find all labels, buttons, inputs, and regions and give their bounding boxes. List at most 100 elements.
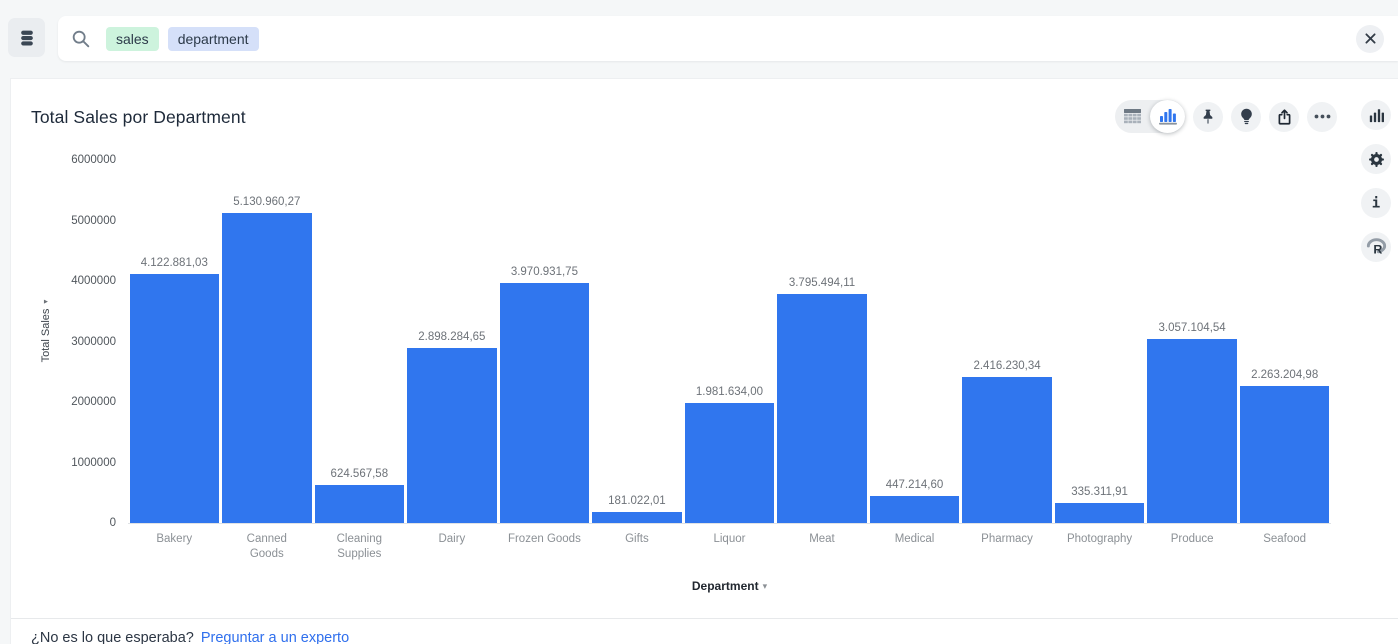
gear-icon (1367, 150, 1386, 169)
x-category-label: Meat (785, 532, 859, 562)
category-slot: Cleaning Supplies (313, 532, 406, 562)
bar-frozen-goods[interactable] (500, 283, 590, 523)
bar-value-label: 5.130.960,27 (233, 196, 300, 208)
x-category-label: Cleaning Supplies (322, 532, 396, 562)
y-tick-label: 3000000 (71, 336, 116, 348)
category-slot: Frozen Goods (498, 532, 591, 562)
bar-slot: 3.057.104,54 (1146, 161, 1239, 523)
x-category-label: Photography (1063, 532, 1137, 562)
bar-bakery[interactable] (130, 274, 220, 523)
bar-value-label: 2.898.284,65 (418, 331, 485, 343)
pin-icon (1200, 108, 1216, 125)
bar-pharmacy[interactable] (962, 377, 1052, 523)
bar-slot: 4.122.881,03 (128, 161, 221, 523)
bar-photography[interactable] (1055, 503, 1145, 523)
x-category-label: Dairy (415, 532, 489, 562)
page-title: Total Sales por Department (31, 107, 246, 128)
y-tick-label: 5000000 (71, 215, 116, 227)
ask-expert-link[interactable]: Preguntar a un experto (201, 630, 349, 644)
category-slot: Seafood (1238, 532, 1331, 562)
y-axis-ticks: 0100000020000003000000400000050000006000… (31, 161, 116, 524)
search-icon (70, 28, 92, 50)
bar-value-label: 2.263.204,98 (1251, 369, 1318, 381)
bar-value-label: 2.416.230,34 (973, 360, 1040, 372)
bar-value-label: 181.022,01 (608, 495, 666, 507)
x-category-label: Bakery (137, 532, 211, 562)
bar-value-label: 3.970.931,75 (511, 266, 578, 278)
bar-slot: 624.567,58 (313, 161, 406, 523)
bar-value-label: 447.214,60 (886, 479, 944, 491)
bar-slot: 181.022,01 (591, 161, 684, 523)
bar-slot: 2.263.204,98 (1238, 161, 1331, 523)
answer-toolbar (1115, 100, 1337, 133)
bar-slot: 5.130.960,27 (221, 161, 314, 523)
data-source-button[interactable] (8, 18, 45, 57)
category-slot: Gifts (591, 532, 684, 562)
bar-slot: 447.214,60 (868, 161, 961, 523)
category-slot: Produce (1146, 532, 1239, 562)
y-tick-label: 1000000 (71, 457, 116, 469)
search-token-sales[interactable]: sales (106, 27, 159, 51)
r-logo-icon: R (1366, 238, 1387, 256)
top-bar: sales department (0, 0, 1398, 78)
footer-divider (11, 618, 1398, 619)
spotiq-insights-button[interactable] (1231, 102, 1261, 132)
bar-slot: 2.416.230,34 (961, 161, 1054, 523)
x-category-label: Seafood (1248, 532, 1322, 562)
database-icon (17, 28, 37, 48)
r-analysis-button[interactable]: R (1361, 232, 1391, 262)
search-bar[interactable]: sales department (58, 16, 1398, 61)
search-token-department[interactable]: department (168, 27, 259, 51)
category-slot: Bakery (128, 532, 221, 562)
chart-view-button[interactable] (1150, 100, 1185, 133)
category-slot: Canned Goods (221, 532, 314, 562)
bar-slot: 3.970.931,75 (498, 161, 591, 523)
info-icon: i (1367, 194, 1385, 212)
bar-gifts[interactable] (592, 512, 682, 523)
bar-cleaning-supplies[interactable] (315, 485, 405, 523)
bar-liquor[interactable] (685, 403, 775, 523)
x-category-label: Gifts (600, 532, 674, 562)
change-visualization-button[interactable] (1361, 100, 1391, 130)
bar-value-label: 4.122.881,03 (141, 257, 208, 269)
bar-slot: 335.311,91 (1053, 161, 1146, 523)
table-view-button[interactable] (1115, 100, 1150, 133)
y-tick-label: 2000000 (71, 396, 116, 408)
clear-search-button[interactable] (1356, 25, 1384, 53)
category-slot: Liquor (683, 532, 776, 562)
bar-medical[interactable] (870, 496, 960, 523)
bar-value-label: 3.057.104,54 (1159, 322, 1226, 334)
category-slot: Meat (776, 532, 869, 562)
bar-value-label: 624.567,58 (331, 468, 389, 480)
answer-card: Total Sales por Department (10, 78, 1398, 644)
share-icon (1276, 108, 1293, 126)
y-tick-label: 4000000 (71, 275, 116, 287)
category-slot: Pharmacy (961, 532, 1054, 562)
category-slot: Photography (1053, 532, 1146, 562)
more-actions-button[interactable] (1307, 102, 1337, 132)
x-category-label: Frozen Goods (507, 532, 581, 562)
bar-seafood[interactable] (1240, 386, 1330, 523)
bar-value-label: 3.795.494,11 (789, 277, 855, 289)
bar-chart-icon (1159, 108, 1177, 125)
plot-area: 4.122.881,03 5.130.960,27 624.567,58 2.898.… (128, 161, 1331, 524)
answer-info-button[interactable]: i (1361, 188, 1391, 218)
right-rail: i R (1361, 100, 1391, 262)
table-icon (1124, 109, 1141, 124)
bar-slot: 1.981.634,00 (683, 161, 776, 523)
bar-canned-goods[interactable] (222, 213, 312, 523)
svg-text:i: i (1372, 196, 1380, 212)
x-category-label: Medical (878, 532, 952, 562)
x-category-label: Produce (1155, 532, 1229, 562)
chart-settings-button[interactable] (1361, 144, 1391, 174)
x-axis-caret-icon: ▾ (763, 581, 768, 591)
pin-button[interactable] (1193, 102, 1223, 132)
share-button[interactable] (1269, 102, 1299, 132)
x-category-label: Canned Goods (230, 532, 304, 562)
bar-meat[interactable] (777, 294, 867, 523)
footer: ¿No es lo que esperaba? Preguntar a un e… (31, 630, 349, 644)
bar-produce[interactable] (1147, 339, 1237, 523)
x-axis-title[interactable]: Department▾ (128, 579, 1331, 593)
x-category-label: Liquor (692, 532, 766, 562)
bar-dairy[interactable] (407, 348, 497, 523)
